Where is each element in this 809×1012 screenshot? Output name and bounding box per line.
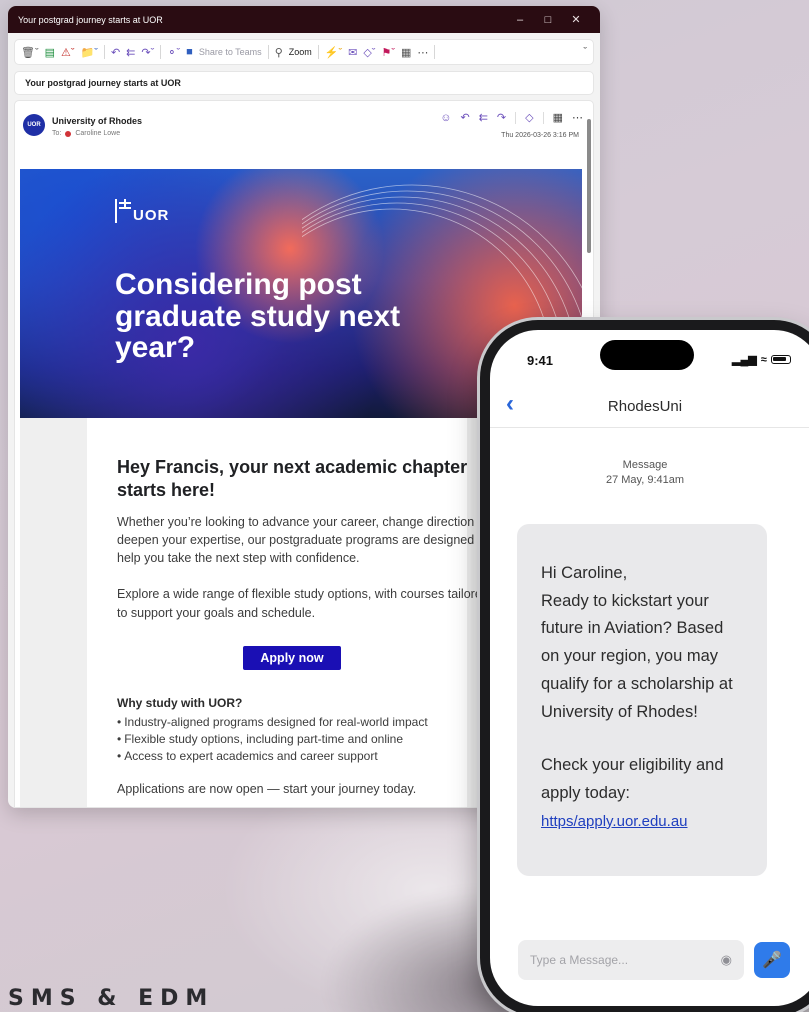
wifi-icon: ≈ [760, 353, 767, 366]
apps-icon[interactable]: ▦ [553, 111, 563, 124]
apps-icon[interactable]: ▦ [401, 46, 411, 59]
header-actions: ☺ ↶ ⇇ ↷ ◇ ▦ ⋯ [440, 111, 583, 124]
categorize-icon[interactable]: ◇ˇ [363, 46, 375, 59]
scrollbar-thumb[interactable] [587, 119, 591, 253]
report-icon[interactable]: ⚠ˇ [61, 46, 75, 59]
why-study-list: Industry-aligned programs designed for r… [117, 714, 437, 766]
apply-now-button[interactable]: Apply now [243, 645, 341, 670]
teams-icon: ■ [186, 46, 193, 58]
why-study-heading: Why study with UOR? [117, 695, 243, 710]
toolbar-divider [160, 45, 162, 59]
avatar[interactable]: UOR [23, 114, 45, 136]
reply-icon[interactable]: ↶ [111, 46, 120, 59]
zoom-icon: ⚲ [274, 46, 283, 59]
message-label: Message [622, 459, 668, 471]
header-divider [515, 111, 517, 124]
toolbar-divider [317, 45, 319, 59]
flag-icon[interactable]: ⚑ˇ [381, 46, 395, 59]
sms-apply-link[interactable]: https/apply.uor.edu.au [541, 813, 688, 830]
dynamic-island [600, 340, 694, 370]
more-options-icon[interactable]: ⋯ [572, 111, 583, 124]
window-title: Your postgrad journey starts at UOR [18, 14, 163, 25]
email-content-card: Hey Francis, your next academic chapter … [87, 418, 489, 807]
minimize-icon[interactable]: – [506, 14, 534, 26]
forward-icon[interactable]: ↷ [497, 111, 506, 124]
more-options-icon[interactable]: ⋯ [417, 46, 428, 59]
list-item: Access to expert academics and career su… [117, 748, 437, 765]
microphone-button[interactable]: 🎤 [754, 942, 790, 978]
sms-spacer [541, 726, 745, 752]
window-titlebar: Your postgrad journey starts at UOR – □ … [8, 6, 600, 33]
phone-mockup: 9:41 ▂▄▆ ≈ ‹ RhodesUni Message 27 May, 9… [480, 320, 809, 1012]
archive-icon[interactable]: ▤ [45, 46, 55, 59]
reply-all-icon[interactable]: ⇇ [479, 111, 488, 124]
message-subject: Your postgrad journey starts at UOR [25, 78, 181, 88]
subject-bar: Your postgrad journey starts at UOR [14, 71, 594, 95]
conversation-header: ‹ RhodesUni [490, 378, 809, 428]
signal-icon: ▂▄▆ [732, 354, 757, 366]
footer-label: SMS & EDM [8, 986, 215, 1011]
toolbar-divider [434, 45, 436, 59]
message-toolbar: 🗑ˇ ▤ ⚠ˇ 📁ˇ ↶ ⇇ ↷ˇ ⚬ˇ ■ Share to Teams ⚲ … [14, 39, 594, 65]
uor-logo-text: UOR [133, 207, 170, 224]
share-to-teams-button[interactable]: Share to Teams [199, 47, 262, 57]
recipient-name[interactable]: Caroline Lowe [75, 130, 120, 137]
contact-name[interactable]: RhodesUni [490, 398, 800, 415]
sms-cta: Check your eligibility and apply today: [541, 756, 724, 803]
message-date: Thu 2026-03-26 3:16 PM [501, 132, 579, 139]
toolbar-divider [103, 45, 105, 59]
read-unread-icon[interactable]: ✉ [348, 46, 357, 59]
rules-icon[interactable]: ⚡ˇ [325, 46, 342, 59]
recipient-line: To: Caroline Lowe [52, 130, 120, 137]
forward-icon[interactable]: ↷ˇ [141, 46, 154, 59]
sender-name[interactable]: University of Rhodes [52, 116, 142, 126]
presence-icon [65, 130, 72, 137]
chat-icon[interactable]: ⚬ˇ [167, 46, 180, 59]
message-input-bar: ◉ [518, 940, 744, 980]
close-icon[interactable]: ✕ [562, 13, 590, 26]
apply-button-wrap: Apply now [117, 645, 467, 670]
reply-all-icon[interactable]: ⇇ [126, 46, 135, 59]
intro-paragraph: Whether you’re looking to advance your c… [117, 515, 489, 566]
emoji-reaction-icon[interactable]: ☺ [440, 112, 451, 124]
phone-screen: 9:41 ▂▄▆ ≈ ‹ RhodesUni Message 27 May, 9… [490, 330, 809, 1006]
message-input[interactable] [530, 953, 721, 967]
tag-icon[interactable]: ◇ [525, 111, 533, 124]
greeting-heading: Hey Francis, your next academic chapter … [117, 457, 468, 500]
list-item: Flexible study options, including part-t… [117, 731, 437, 748]
toolbar-divider [267, 45, 269, 59]
message-timestamp: 27 May, 9:41am [605, 474, 685, 487]
uor-logo-mark [115, 199, 131, 223]
battery-icon [770, 355, 791, 364]
move-icon[interactable]: 📁ˇ [81, 46, 98, 59]
reply-icon[interactable]: ↶ [460, 111, 469, 124]
message-header: UOR University of Rhodes To: Caroline Lo… [15, 101, 593, 161]
maximize-icon[interactable]: □ [534, 14, 562, 26]
hero-headline: Considering post graduate study next yea… [115, 268, 401, 364]
closing-line: Applications are now open — start your j… [117, 781, 417, 796]
message-meta: Message 27 May, 9:41am [490, 458, 800, 489]
status-icons: ▂▄▆ ≈ [732, 353, 791, 366]
to-label: To: [52, 130, 62, 137]
header-divider [542, 111, 544, 124]
zoom-button[interactable]: Zoom [289, 47, 312, 57]
sms-greeting: Hi Caroline, [541, 564, 628, 582]
chevron-down-icon[interactable]: ˇ [583, 46, 587, 58]
sms-bubble: Hi Caroline, Ready to kickstart your fut… [517, 524, 767, 876]
uor-logo: UOR [115, 199, 169, 223]
microphone-icon: 🎤 [762, 952, 782, 969]
status-time: 9:41 [527, 353, 554, 368]
camera-icon[interactable]: ◉ [721, 952, 732, 968]
options-paragraph: Explore a wide range of flexible study o… [117, 587, 489, 620]
delete-icon[interactable]: 🗑ˇ [21, 46, 39, 59]
list-item: Industry-aligned programs designed for r… [117, 714, 437, 731]
sms-body: Ready to kickstart your future in Aviati… [541, 591, 733, 721]
